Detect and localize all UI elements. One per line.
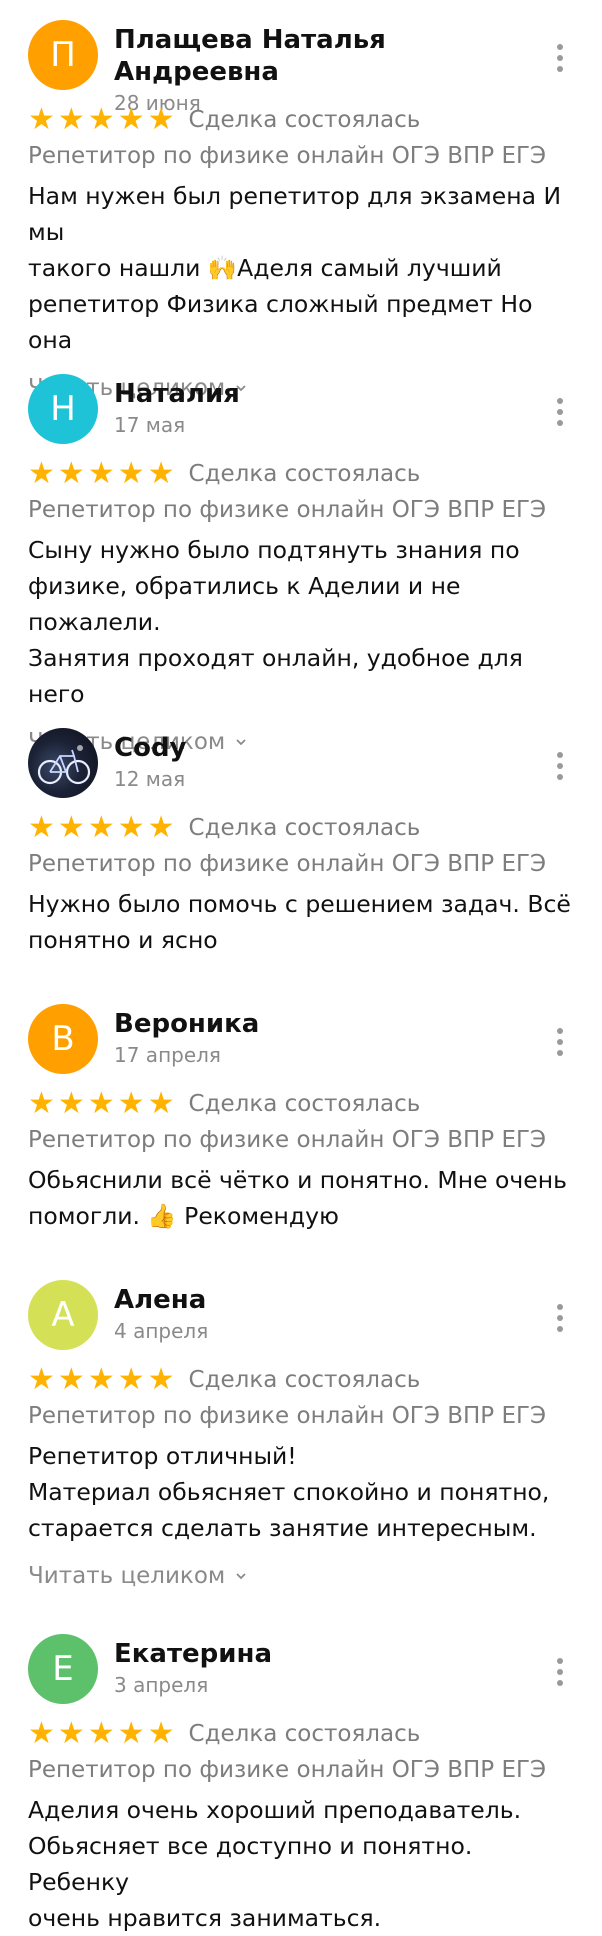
more-options-icon[interactable]	[540, 1652, 580, 1692]
star-icon: ★	[87, 1716, 115, 1751]
star-icon: ★	[28, 1716, 55, 1751]
deal-status: Сделка состоялась	[188, 1091, 421, 1117]
service-name: Репетитор по физике онлайн ОГЭ ВПР ЕГЭ	[28, 1127, 547, 1153]
star-icon: ★	[117, 102, 145, 137]
review-date: 3 апреля	[114, 1673, 209, 1697]
avatar[interactable]: Н	[28, 374, 98, 444]
star-icon: ★	[28, 1086, 55, 1121]
review-card: В Вероника 17 апреля ★ ★ ★ ★ ★ Сделка состоя…	[0, 984, 602, 1260]
review-card: А Алена 4 апреля ★ ★ ★ ★ ★ Сделка состоялась…	[0, 1260, 602, 1614]
star-icon: ★	[117, 810, 145, 845]
deal-status: Сделка состоялась	[188, 107, 421, 133]
review-date: 17 апреля	[114, 1043, 221, 1067]
review-text: Нужно было помочь с решением задач. Всё …	[28, 890, 571, 954]
star-icon: ★	[117, 1086, 145, 1121]
service-name: Репетитор по физике онлайн ОГЭ ВПР ЕГЭ	[28, 143, 547, 169]
star-icon: ★	[87, 1086, 115, 1121]
deal-status: Сделка состоялась	[188, 815, 421, 841]
star-icon: ★	[57, 1716, 85, 1751]
review-text: Сыну нужно было подтянуть знания по физи…	[28, 536, 523, 708]
rating-stars: ★ ★ ★ ★ ★	[28, 1089, 175, 1119]
rating-stars: ★ ★ ★ ★ ★	[28, 1719, 175, 1749]
reviewer-name[interactable]: Наталия	[114, 378, 540, 410]
star-icon: ★	[147, 456, 175, 491]
reviewer-name[interactable]: Cody	[114, 732, 540, 764]
star-icon: ★	[57, 810, 85, 845]
review-date: 17 мая	[114, 413, 186, 437]
star-icon: ★	[57, 1362, 85, 1397]
star-icon: ★	[57, 1086, 85, 1121]
more-options-icon[interactable]	[540, 1022, 580, 1062]
star-icon: ★	[28, 456, 55, 491]
rating-stars: ★ ★ ★ ★ ★	[28, 105, 175, 135]
review-date: 12 мая	[114, 767, 186, 791]
review-text: Нам нужен был репетитор для экзамена И м…	[28, 182, 562, 354]
review-card: Е Екатерина 3 апреля ★ ★ ★ ★ ★ Сделка состоя…	[0, 1614, 602, 1932]
star-icon: ★	[147, 1716, 175, 1751]
more-options-icon[interactable]	[540, 392, 580, 432]
deal-status: Сделка состоялась	[188, 1367, 421, 1393]
review-card: Н Наталия 17 мая ★ ★ ★ ★ ★ Сделка состоялась…	[0, 354, 602, 755]
rating-stars: ★ ★ ★ ★ ★	[28, 813, 175, 843]
reviewer-name[interactable]: Вероника	[114, 1008, 540, 1040]
service-name: Репетитор по физике онлайн ОГЭ ВПР ЕГЭ	[28, 497, 547, 523]
star-icon: ★	[87, 456, 115, 491]
star-icon: ★	[147, 1362, 175, 1397]
reviewer-name[interactable]: Алена	[114, 1284, 540, 1316]
star-icon: ★	[117, 1362, 145, 1397]
star-icon: ★	[147, 1086, 175, 1121]
star-icon: ★	[57, 456, 85, 491]
service-name: Репетитор по физике онлайн ОГЭ ВПР ЕГЭ	[28, 851, 547, 877]
star-icon: ★	[147, 102, 175, 137]
star-icon: ★	[57, 102, 85, 137]
review-card: П Плащева Наталья Андреевна 28 июня ★ ★ ★ ★…	[0, 0, 602, 401]
avatar[interactable]: А	[28, 1280, 98, 1350]
chevron-down-icon	[236, 1573, 246, 1580]
star-icon: ★	[28, 810, 55, 845]
reviewer-name[interactable]: Плащева Наталья Андреевна	[114, 24, 540, 88]
star-icon: ★	[87, 102, 115, 137]
review-card: Cody 12 мая ★ ★ ★ ★ ★ Сделка состоялась Репе…	[0, 708, 602, 984]
star-icon: ★	[147, 810, 175, 845]
star-icon: ★	[28, 1362, 55, 1397]
rating-stars: ★ ★ ★ ★ ★	[28, 1365, 175, 1395]
reviewer-name[interactable]: Екатерина	[114, 1638, 540, 1670]
deal-status: Сделка состоялась	[188, 1721, 421, 1747]
bicycle-icon	[37, 745, 91, 785]
avatar-photo[interactable]	[28, 728, 98, 798]
read-more-label: Читать целиком	[28, 1563, 226, 1589]
star-icon: ★	[28, 102, 55, 137]
star-icon: ★	[117, 1716, 145, 1751]
star-icon: ★	[87, 810, 115, 845]
deal-status: Сделка состоялась	[188, 461, 421, 487]
read-more-link[interactable]: Читать целиком	[28, 1558, 247, 1594]
service-name: Репетитор по физике онлайн ОГЭ ВПР ЕГЭ	[28, 1403, 547, 1429]
star-icon: ★	[117, 456, 145, 491]
service-name: Репетитор по физике онлайн ОГЭ ВПР ЕГЭ	[28, 1757, 547, 1783]
more-options-icon[interactable]	[540, 746, 580, 786]
avatar[interactable]: Е	[28, 1634, 98, 1704]
avatar[interactable]: П	[28, 20, 98, 90]
review-date: 4 апреля	[114, 1319, 209, 1343]
review-text: Репетитор отличный! Материал обьясняет с…	[28, 1442, 550, 1542]
star-icon: ★	[87, 1362, 115, 1397]
reviews-feed: П Плащева Наталья Андреевна 28 июня ★ ★ ★ ★…	[0, 0, 602, 1932]
review-text: Аделия очень хороший преподаватель. Обья…	[28, 1796, 522, 1932]
review-text: Обьяснили всё чётко и понятно. Мне очень…	[28, 1166, 567, 1230]
more-options-icon[interactable]	[540, 1298, 580, 1338]
rating-stars: ★ ★ ★ ★ ★	[28, 459, 175, 489]
more-options-icon[interactable]	[540, 38, 580, 78]
avatar[interactable]: В	[28, 1004, 98, 1074]
